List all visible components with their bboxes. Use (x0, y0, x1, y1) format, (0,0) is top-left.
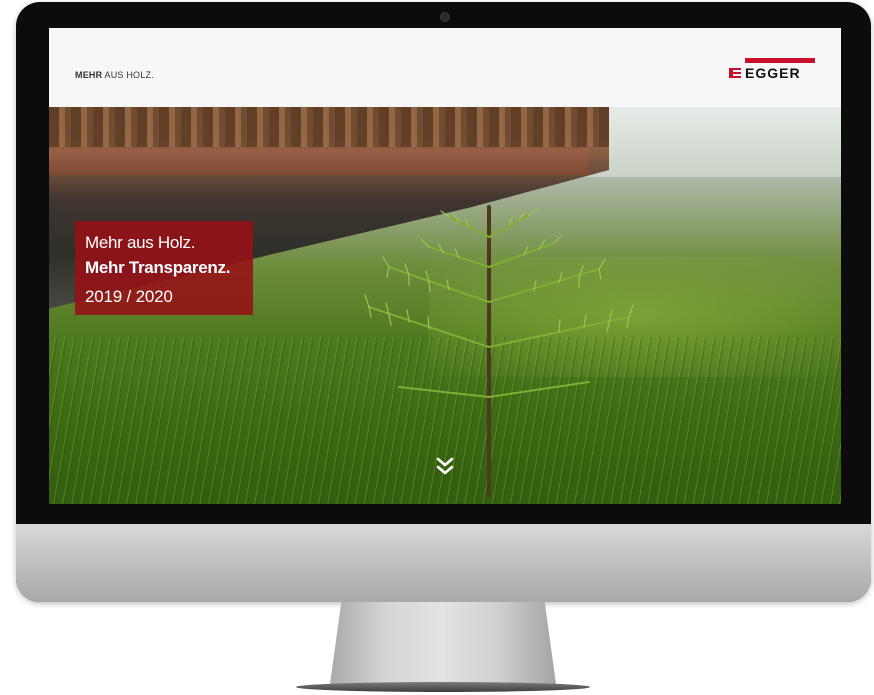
monitor-stand (330, 602, 556, 684)
site-header: MEHR AUS HOLZ. EGGER (49, 28, 841, 107)
website-screen: MEHR AUS HOLZ. EGGER Mehr aus Holz. Mehr… (49, 28, 841, 504)
hero-title-box: Mehr aus Holz. Mehr Transparenz. 2019 / … (75, 221, 253, 315)
site-tagline[interactable]: MEHR AUS HOLZ. (75, 70, 154, 80)
logo-text: EGGER (745, 65, 801, 81)
monitor-stand-base (296, 682, 590, 692)
hero-sky (579, 107, 841, 177)
logo-e-mark-icon (729, 68, 741, 78)
monitor-chin (16, 524, 871, 602)
tagline-rest: AUS HOLZ. (104, 70, 154, 80)
hero-title-line2: Mehr Transparenz. (85, 258, 231, 277)
fir-sapling-illustration (364, 205, 634, 497)
double-chevron-down-icon[interactable] (433, 454, 457, 478)
tagline-bold: MEHR (75, 70, 103, 80)
hero-overhang (49, 149, 589, 175)
hero-title-line1: Mehr aus Holz. (85, 233, 196, 252)
logo-bar (745, 58, 815, 63)
hero-wood-slats (49, 107, 609, 147)
hero-year: 2019 / 2020 (85, 287, 173, 306)
imac-monitor: MEHR AUS HOLZ. EGGER Mehr aus Holz. Mehr… (16, 2, 871, 602)
hero-image: Mehr aus Holz. Mehr Transparenz. 2019 / … (49, 107, 841, 504)
camera (440, 12, 450, 22)
egger-logo[interactable]: EGGER (729, 58, 815, 82)
